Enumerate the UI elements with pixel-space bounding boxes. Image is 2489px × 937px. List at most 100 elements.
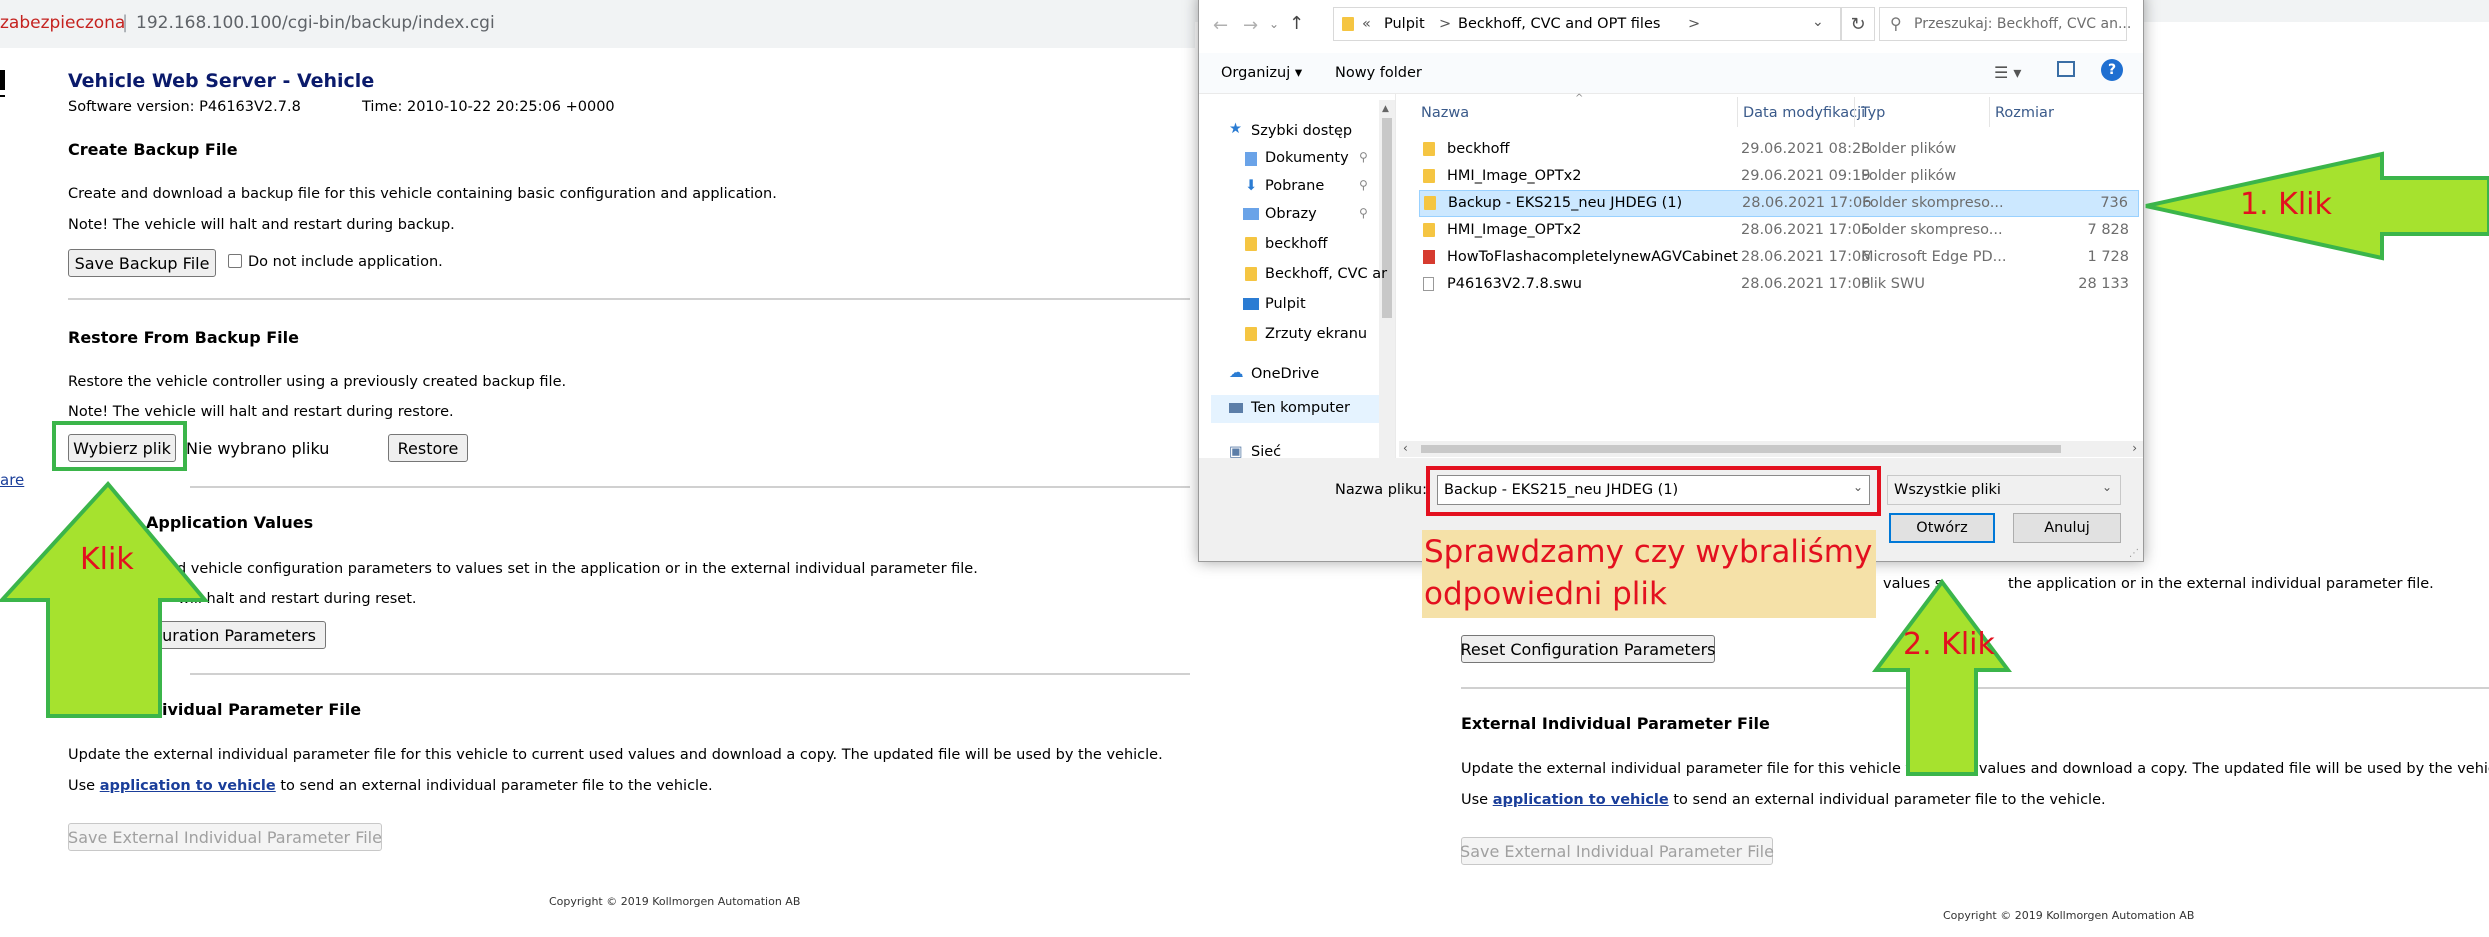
- chevron-down-icon[interactable]: ⌄: [1812, 14, 1824, 30]
- cancel-button[interactable]: Anuluj: [2013, 513, 2121, 543]
- annotation-note-line-1: Sprawdzamy czy wybraliśmy: [1424, 534, 1873, 570]
- scroll-up-icon[interactable]: ▲: [1382, 104, 1389, 114]
- logo-fragment: [0, 70, 5, 90]
- right-copyright: Copyright © 2019 Kollmorgen Automation A…: [1943, 909, 2195, 922]
- folder-icon: [1423, 142, 1435, 156]
- nav-item-pobrane[interactable]: Pobrane: [1265, 178, 1324, 194]
- nav-item-pulpit[interactable]: Pulpit: [1265, 296, 1306, 312]
- nav-item-siec[interactable]: Sieć: [1251, 444, 1281, 458]
- pin-icon[interactable]: ⚲: [1359, 150, 1368, 164]
- chevron-down-icon[interactable]: ⌄: [2102, 480, 2112, 494]
- folder-icon: [1245, 327, 1257, 341]
- file-row[interactable]: P46163V2.7.8.swu 28.06.2021 17:06 Plik S…: [1419, 271, 2139, 298]
- forward-arrow-icon[interactable]: →: [1243, 15, 1258, 36]
- application-to-vehicle-link[interactable]: application to vehicle: [100, 778, 276, 794]
- pin-icon[interactable]: ⚲: [1359, 178, 1368, 192]
- zip-folder-icon: [1424, 196, 1436, 210]
- column-rozmiar[interactable]: Rozmiar: [1995, 105, 2054, 121]
- nav-item-ten-komputer[interactable]: Ten komputer: [1251, 400, 1350, 416]
- preview-pane-icon[interactable]: [2057, 61, 2075, 77]
- refresh-icon[interactable]: ↻: [1841, 7, 1875, 41]
- recent-dropdown-icon[interactable]: ⌄: [1269, 17, 1279, 31]
- scroll-left-icon[interactable]: ‹: [1403, 441, 1408, 455]
- column-divider[interactable]: [1737, 97, 1738, 127]
- organize-menu[interactable]: Organizuj ▾: [1221, 65, 1302, 81]
- pin-icon[interactable]: ⚲: [1359, 206, 1368, 220]
- file-date: 29.06.2021 08:28: [1741, 141, 1871, 157]
- file-icon: [1423, 277, 1434, 291]
- address-separator: |: [122, 12, 129, 33]
- file-size: 28 133: [2078, 276, 2129, 292]
- path-breadcrumb[interactable]: « Pulpit > Beckhoff, CVC and OPT files >…: [1333, 7, 1841, 41]
- column-data-modyfikacji[interactable]: Data modyfikacji: [1743, 105, 1865, 121]
- open-button[interactable]: Otwórz: [1889, 513, 1995, 543]
- file-name: HowToFlashacompletelynewAGVCabinet: [1447, 249, 1738, 265]
- file-row[interactable]: HowToFlashacompletelynewAGVCabinet 28.06…: [1419, 244, 2139, 271]
- up-arrow-icon[interactable]: ↑: [1289, 13, 1304, 34]
- column-divider[interactable]: [1989, 97, 1990, 127]
- section-divider: [190, 673, 1190, 675]
- file-row[interactable]: HMI_Image_OPTx2 29.06.2021 09:19 Folder …: [1419, 163, 2139, 190]
- column-divider[interactable]: [1854, 97, 1855, 127]
- breadcrumb-separator[interactable]: >: [1439, 16, 1451, 32]
- restore-heading: Restore From Backup File: [68, 328, 299, 347]
- column-typ[interactable]: Typ: [1861, 105, 1885, 121]
- breadcrumb-overflow[interactable]: «: [1362, 16, 1371, 32]
- search-icon: ⚲: [1890, 14, 1902, 33]
- horizontal-scrollbar[interactable]: ‹ ›: [1399, 441, 2143, 457]
- file-type-filter[interactable]: Wszystkie pliki ⌄: [1887, 475, 2121, 505]
- scroll-thumb[interactable]: [1382, 118, 1392, 318]
- section-divider: [190, 486, 1190, 488]
- breadcrumb-current-folder[interactable]: Beckhoff, CVC and OPT files: [1458, 16, 1660, 32]
- file-name: P46163V2.7.8.swu: [1447, 276, 1582, 292]
- download-icon: ⬇: [1245, 178, 1258, 194]
- nav-item-beckhoff-cvc[interactable]: Beckhoff, CVC ar: [1265, 266, 1387, 282]
- new-folder-button[interactable]: Nowy folder: [1335, 65, 1422, 81]
- exclude-application-checkbox[interactable]: [228, 254, 242, 268]
- pdf-icon: [1423, 250, 1435, 264]
- search-input[interactable]: ⚲ Przeszukaj: Beckhoff, CVC an...: [1879, 7, 2131, 41]
- external-use-line: Use application to vehicle to send an ex…: [68, 778, 713, 794]
- file-type: Folder plików: [1861, 168, 1957, 184]
- column-nazwa[interactable]: Nazwa: [1421, 105, 1469, 121]
- breadcrumb-pulpit[interactable]: Pulpit: [1384, 16, 1425, 32]
- nav-item-onedrive[interactable]: OneDrive: [1251, 366, 1319, 382]
- resize-grip-icon[interactable]: ⋰: [2129, 548, 2139, 559]
- save-external-param-button[interactable]: Save External Individual Parameter File: [68, 823, 382, 851]
- nav-item-dokumenty[interactable]: Dokumenty: [1265, 150, 1349, 166]
- address-bar[interactable]: zabezpieczona | 192.168.100.100/cgi-bin/…: [0, 0, 1195, 48]
- file-row[interactable]: beckhoff 29.06.2021 08:28 Folder plików: [1419, 136, 2139, 163]
- logo-fragment-line: [0, 95, 5, 97]
- scroll-thumb[interactable]: [1421, 445, 2061, 453]
- nav-item-beckhoff[interactable]: beckhoff: [1265, 236, 1328, 252]
- nav-item-zrzuty-ekranu[interactable]: Zrzuty ekranu: [1265, 326, 1367, 342]
- right-external-heading: External Individual Parameter File: [1461, 714, 1770, 733]
- back-arrow-icon[interactable]: ←: [1213, 15, 1228, 36]
- chevron-down-icon[interactable]: ⌄: [1853, 480, 1863, 494]
- nav-item-szybki-dostep[interactable]: Szybki dostęp: [1251, 123, 1352, 139]
- file-date: 28.06.2021 17:06: [1742, 195, 1872, 211]
- file-row-selected[interactable]: Backup - EKS215_neu JHDEG (1) 28.06.2021…: [1419, 190, 2139, 217]
- save-backup-button[interactable]: Save Backup File: [68, 249, 216, 277]
- file-row[interactable]: HMI_Image_OPTx2 28.06.2021 17:06 Folder …: [1419, 217, 2139, 244]
- view-options-icon[interactable]: ☰ ▾: [1994, 63, 2021, 82]
- nav-item-obrazy[interactable]: Obrazy: [1265, 206, 1317, 222]
- right-external-desc-2: d values and download a copy. The update…: [1965, 761, 2489, 777]
- filename-input[interactable]: Backup - EKS215_neu JHDEG (1) ⌄: [1437, 475, 1870, 505]
- choose-file-button[interactable]: Wybierz plik: [68, 434, 176, 462]
- folder-icon: [1245, 237, 1257, 251]
- file-date: 28.06.2021 17:06: [1741, 222, 1871, 238]
- scroll-right-icon[interactable]: ›: [2132, 441, 2137, 455]
- right-use-suffix: to send an external individual parameter…: [1673, 792, 2106, 808]
- documents-icon: [1245, 152, 1257, 166]
- right-save-external-param-button[interactable]: Save External Individual Parameter File: [1460, 837, 1774, 865]
- right-reset-config-button[interactable]: Reset Configuration Parameters: [1461, 635, 1715, 663]
- right-application-to-vehicle-link[interactable]: application to vehicle: [1493, 792, 1669, 808]
- folder-icon: [1245, 267, 1257, 281]
- restore-button[interactable]: Restore: [388, 434, 468, 462]
- url-text[interactable]: 192.168.100.100/cgi-bin/backup/index.cgi: [136, 13, 495, 33]
- copyright: Copyright © 2019 Kollmorgen Automation A…: [549, 895, 801, 908]
- breadcrumb-separator[interactable]: >: [1688, 16, 1700, 32]
- help-icon[interactable]: ?: [2101, 59, 2123, 81]
- page-title: Vehicle Web Server - Vehicle: [68, 70, 375, 92]
